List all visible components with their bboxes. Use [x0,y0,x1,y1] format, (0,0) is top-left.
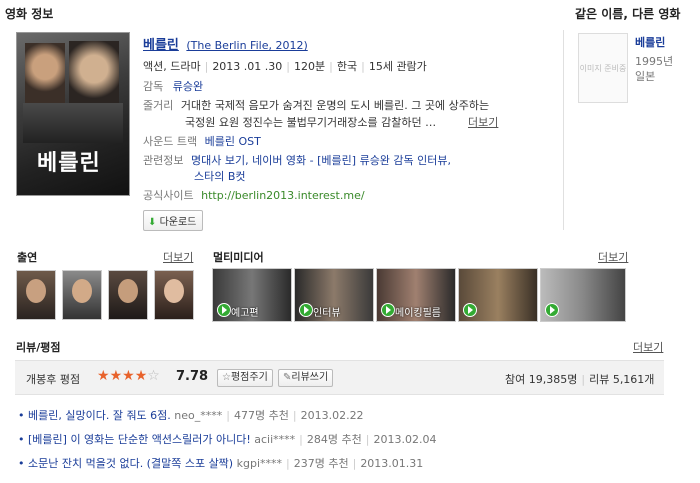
cast-photo[interactable] [154,270,194,320]
star-empty-icon: ☆ [147,368,160,384]
site-label: 공식사이트 [143,189,194,202]
cast-photo[interactable] [16,270,56,320]
review-title-link[interactable]: 베를린, 실망이다. 잘 줘도 6점. [28,409,171,422]
related-title: 같은 이름, 다른 영화 [575,7,681,21]
rating-score: 7.78 [176,369,209,384]
list-item: • 소문난 잔치 먹을것 없다. (결말쪽 스포 살짝) kgpi**** | 23… [18,457,424,470]
review-votes: 237명 추천 [293,457,349,470]
plot-text-2: 국정원 요원 정진수는 불법무기거래장소를 감찰하던 … [185,116,437,129]
ost-label: 사운드 트랙 [143,135,198,148]
related-year: 1995년 [635,55,674,68]
cast-title: 출연 [17,251,38,264]
star-icon: ★ [97,368,110,384]
star-rating: ★★★★☆ [97,369,160,383]
release-date: 2013 .01 .30 [212,60,283,73]
plot-label: 줄거리 [143,99,174,112]
plot-text-1: 거대한 국제적 음모가 숨겨진 운명의 도시 베를린. 그 곳에 상주하는 [180,99,490,112]
rating-label: 개봉후 평점 [26,373,81,386]
multimedia-title: 멀티미디어 [213,251,264,264]
divider [563,30,564,230]
download-button[interactable]: ⬇ 다운로드 [143,210,204,231]
play-icon [217,303,231,317]
reviews-more-link[interactable]: 더보기 [633,339,663,355]
movie-poster[interactable]: 베를린 [16,32,130,196]
multimedia-item[interactable] [458,268,538,322]
age-rating: 15세 관람가 [368,60,427,73]
movie-title-link[interactable]: 베를린 [143,38,179,53]
review-user: neo_**** [174,409,223,422]
ost-link[interactable]: 베를린 OST [205,135,261,148]
cast-more-link[interactable]: 더보기 [163,249,193,265]
star-icon: ★ [109,368,123,384]
runtime: 120분 [294,60,326,73]
star-bcut-link[interactable]: 스타의 B컷 [194,170,246,183]
movie-title-en[interactable]: (The Berlin File, 2012) [186,39,307,52]
list-item: • 베를린, 실망이다. 잘 줘도 6점. neo_**** | 477명 추천 | 2… [18,409,364,422]
review-votes: 477명 추천 [234,409,289,422]
list-item: • [베를린] 이 영화는 단순한 액션스릴러가 아니다! acii**** | 2… [18,433,437,446]
related-country: 일본 [635,70,656,83]
director-label: 감독 [143,80,164,93]
play-icon [299,303,313,317]
country: 한국 [336,60,358,73]
review-date: 2013.02.04 [373,433,437,446]
review-count: 리뷰 5,161개 [589,373,655,386]
star-icon: ☆ [222,372,231,383]
participants: 참여 19,385명 [505,373,578,386]
related-poster-placeholder[interactable]: 이미지 준비중 [578,33,628,103]
related-info-links[interactable]: 명대사 보기, 네이버 영화 - [베를린] 류승완 감독 인터뷰, [191,154,451,167]
play-icon [463,303,477,317]
review-title-link[interactable]: 소문난 잔치 먹을것 없다. (결말쪽 스포 살짝) [28,457,233,470]
cast-photo[interactable] [62,270,102,320]
section-title: 영화 정보 [5,7,54,21]
review-date: 2013.01.31 [360,457,424,470]
multimedia-more-link[interactable]: 더보기 [598,249,628,265]
related-movie-link[interactable]: 베를린 [635,34,665,50]
download-icon: ⬇ [148,217,157,228]
review-user: acii**** [254,433,296,446]
review-user: kgpi**** [236,457,283,470]
reviews-title: 리뷰/평점 [16,341,61,354]
star-icon: ★ [122,368,135,384]
rate-button[interactable]: ☆평점주기 [217,369,273,387]
review-date: 2013.02.22 [300,409,364,422]
play-icon [545,303,559,317]
director-link[interactable]: 류승완 [173,80,203,93]
official-site-link[interactable]: http://berlin2013.interest.me/ [201,189,364,202]
review-votes: 284명 추천 [306,433,362,446]
play-icon [381,303,395,317]
cast-photo[interactable] [108,270,148,320]
poster-title: 베를린 [37,151,101,176]
multimedia-item[interactable]: 인터뷰 [294,268,374,322]
info-label: 관련정보 [143,154,184,167]
multimedia-item[interactable]: 메이킹필름 [376,268,456,322]
write-review-button[interactable]: ✎리뷰쓰기 [278,369,334,387]
review-title-link[interactable]: [베를린] 이 영화는 단순한 액션스릴러가 아니다! [28,433,251,446]
genre: 액션, 드라마 [143,60,201,73]
multimedia-item[interactable] [540,268,626,322]
multimedia-item[interactable]: 예고편 [212,268,292,322]
plot-more-link[interactable]: 더보기 [468,114,498,130]
star-icon: ★ [134,368,148,384]
